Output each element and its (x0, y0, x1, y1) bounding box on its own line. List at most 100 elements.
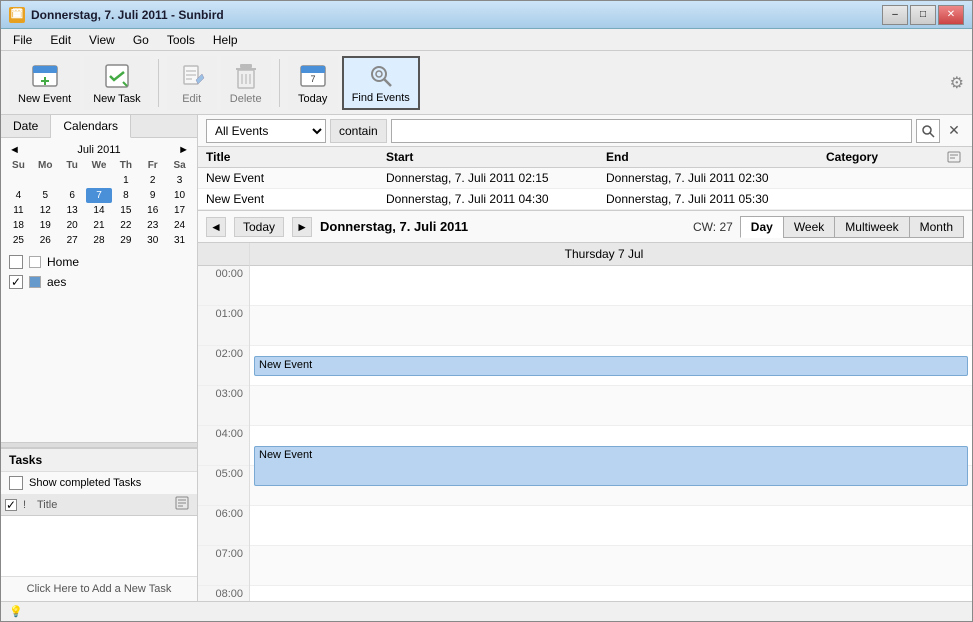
cal-view-tab-multiweek[interactable]: Multiweek (834, 216, 909, 238)
mini-cal-day-cell[interactable]: 20 (59, 218, 86, 233)
cal-view-tab-week[interactable]: Week (783, 216, 835, 238)
calendar-item[interactable]: Home (1, 252, 197, 272)
find-events-button[interactable]: Find Events (342, 56, 420, 110)
menu-tools[interactable]: Tools (159, 31, 203, 49)
status-bar: 💡 (1, 601, 972, 621)
day-time-slot[interactable] (250, 506, 972, 546)
cal-next-button[interactable]: ► (292, 217, 312, 237)
mini-cal-next-icon[interactable]: ► (178, 144, 189, 156)
mini-cal-day-cell[interactable]: 14 (86, 203, 113, 218)
tasks-section: Tasks Show completed Tasks ✓ ! Title (1, 448, 197, 601)
calendar-checkbox[interactable] (9, 255, 23, 269)
mini-cal-day-cell[interactable]: 23 (139, 218, 166, 233)
maximize-button[interactable]: □ (910, 5, 936, 25)
today-button[interactable]: 7 Today (288, 56, 338, 110)
mini-cal-day-cell[interactable]: 30 (139, 233, 166, 248)
cal-view-tab-month[interactable]: Month (909, 216, 964, 238)
mini-cal-day-cell[interactable]: 25 (5, 233, 32, 248)
mini-cal-day-cell[interactable]: 13 (59, 203, 86, 218)
day-time-slot[interactable] (250, 546, 972, 586)
mini-cal-day-cell[interactable]: 9 (139, 188, 166, 203)
window-controls: – □ ✕ (882, 5, 964, 25)
menu-view[interactable]: View (81, 31, 123, 49)
tab-date[interactable]: Date (1, 115, 51, 137)
time-col-header (198, 243, 250, 266)
event-filter-dropdown[interactable]: All EventsToday's EventsFuture Events (206, 119, 326, 143)
edit-label: Edit (182, 93, 201, 105)
event-start-cell: Donnerstag, 7. Juli 2011 04:30 (386, 192, 606, 206)
calendar-event[interactable]: New Event (254, 446, 968, 486)
mini-cal-day-cell[interactable]: 4 (5, 188, 32, 203)
minimize-button[interactable]: – (882, 5, 908, 25)
toolbar: New Event New Task (1, 51, 972, 115)
event-title-cell: New Event (206, 192, 386, 206)
mini-cal-day-cell[interactable]: 1 (112, 173, 139, 188)
close-button[interactable]: ✕ (938, 5, 964, 25)
mini-cal-day-cell[interactable]: 11 (5, 203, 32, 218)
time-slot-label: 01:00 (198, 306, 249, 346)
day-time-slot[interactable] (250, 586, 972, 601)
mini-cal-day-cell[interactable]: 6 (59, 188, 86, 203)
new-task-button[interactable]: New Task (84, 56, 149, 110)
add-task-button[interactable]: Click Here to Add a New Task (1, 576, 197, 601)
mini-cal-day-cell[interactable]: 28 (86, 233, 113, 248)
event-list-row[interactable]: New Event Donnerstag, 7. Juli 2011 02:15… (198, 168, 972, 189)
settings-gear-icon[interactable]: ⚙ (950, 73, 964, 93)
menu-help[interactable]: Help (205, 31, 246, 49)
calendar-color-swatch (29, 256, 41, 268)
mini-cal-day-cell[interactable]: 18 (5, 218, 32, 233)
menu-file[interactable]: File (5, 31, 40, 49)
day-body[interactable]: 00:0001:0002:0003:0004:0005:0006:0007:00… (198, 266, 972, 601)
mini-cal-day-cell[interactable]: 19 (32, 218, 59, 233)
mini-cal-prev-icon[interactable]: ◄ (9, 144, 20, 156)
mini-cal-day-cell[interactable]: 16 (139, 203, 166, 218)
mini-cal-day-cell[interactable]: 8 (112, 188, 139, 203)
calendar-checkbox[interactable]: ✓ (9, 275, 23, 289)
time-column: 00:0001:0002:0003:0004:0005:0006:0007:00… (198, 266, 250, 601)
event-list-row[interactable]: New Event Donnerstag, 7. Juli 2011 04:30… (198, 189, 972, 210)
cal-today-button[interactable]: Today (234, 217, 284, 237)
mini-cal-day-cell[interactable]: 7 (86, 188, 113, 203)
time-slot-label: 04:00 (198, 426, 249, 466)
svg-text:7: 7 (310, 74, 315, 84)
mini-cal-day-cell[interactable]: 27 (59, 233, 86, 248)
edit-button[interactable]: Edit (167, 56, 217, 110)
mini-cal-day-cell[interactable]: 17 (166, 203, 193, 218)
mini-cal-day-cell[interactable]: 15 (112, 203, 139, 218)
mini-cal-day-cell[interactable]: 29 (112, 233, 139, 248)
menu-edit[interactable]: Edit (42, 31, 79, 49)
cal-view-tab-day[interactable]: Day (740, 216, 784, 238)
mini-cal-day-cell[interactable]: 21 (86, 218, 113, 233)
day-column-header: Thursday 7 Jul (250, 243, 958, 266)
search-close-button[interactable]: ✕ (944, 121, 964, 141)
menu-go[interactable]: Go (125, 31, 157, 49)
new-event-button[interactable]: New Event (9, 56, 80, 110)
day-time-slot[interactable] (250, 306, 972, 346)
mini-cal-day-cell[interactable]: 22 (112, 218, 139, 233)
show-completed-checkbox[interactable] (9, 476, 23, 490)
tab-calendars[interactable]: Calendars (51, 115, 131, 138)
mini-cal-day-cell[interactable]: 31 (166, 233, 193, 248)
calendar-event[interactable]: New Event (254, 356, 968, 376)
cal-prev-button[interactable]: ◄ (206, 217, 226, 237)
delete-button[interactable]: Delete (221, 56, 271, 110)
day-time-slot[interactable] (250, 386, 972, 426)
day-time-slot[interactable] (250, 266, 972, 306)
main-content: Date Calendars ◄ Juli 2011 ► SuMoTuWeThF… (1, 115, 972, 601)
cal-current-date: Donnerstag, 7. Juli 2011 (320, 219, 685, 234)
new-task-label: New Task (93, 93, 140, 105)
mini-cal-day-cell[interactable]: 12 (32, 203, 59, 218)
mini-cal-day-cell[interactable]: 26 (32, 233, 59, 248)
mini-cal-day-cell[interactable]: 3 (166, 173, 193, 188)
calendar-item[interactable]: ✓aes (1, 272, 197, 292)
mini-cal-day-cell[interactable]: 24 (166, 218, 193, 233)
search-input[interactable] (391, 119, 912, 143)
tasks-show-completed[interactable]: Show completed Tasks (1, 472, 197, 494)
calendar-nav: ◄ Today ► Donnerstag, 7. Juli 2011 CW: 2… (198, 211, 972, 243)
tasks-select-all-checkbox[interactable]: ✓ (5, 499, 17, 511)
mini-cal-day-cell[interactable]: 2 (139, 173, 166, 188)
mini-cal-day-cell[interactable]: 5 (32, 188, 59, 203)
mini-cal-day-cell[interactable]: 10 (166, 188, 193, 203)
event-list-corner-icon[interactable] (944, 150, 964, 164)
search-button[interactable] (916, 119, 940, 143)
